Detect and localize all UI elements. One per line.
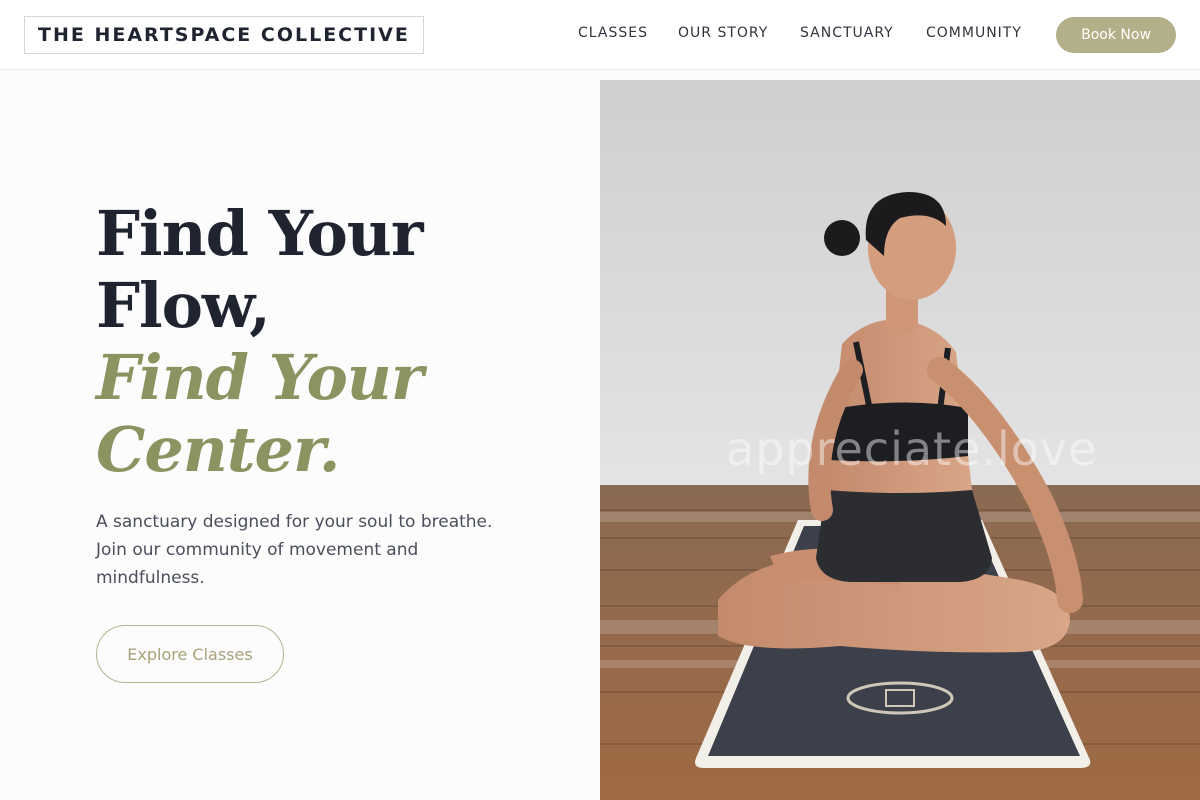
- hero-title-accent-line-1: Find Your: [96, 341, 424, 414]
- site-header: THE HEARTSPACE COLLECTIVE CLASSES OUR ST…: [0, 0, 1200, 70]
- hero-title-line-1: Find Your: [96, 197, 424, 270]
- site-logo[interactable]: THE HEARTSPACE COLLECTIVE: [24, 16, 424, 54]
- explore-classes-button[interactable]: Explore Classes: [96, 625, 284, 683]
- hero-image: appreciate.love: [600, 80, 1200, 800]
- nav-item-classes[interactable]: CLASSES: [578, 25, 648, 41]
- logo-text: THE HEARTSPACE COLLECTIVE: [38, 24, 410, 46]
- hero-title-accent-line-2: Center.: [96, 413, 341, 486]
- hero-title: Find Your Flow, Find Your Center.: [96, 198, 556, 486]
- nav-item-our-story[interactable]: OUR STORY: [678, 25, 768, 41]
- book-now-button[interactable]: Book Now: [1056, 17, 1176, 53]
- hero-title-line-2: Flow,: [96, 269, 271, 342]
- nav-item-community[interactable]: COMMUNITY: [926, 25, 1022, 41]
- watermark-text: appreciate.love: [726, 422, 1098, 476]
- nav-item-sanctuary[interactable]: SANCTUARY: [800, 25, 894, 41]
- hero-subtitle: A sanctuary designed for your soul to br…: [96, 512, 493, 588]
